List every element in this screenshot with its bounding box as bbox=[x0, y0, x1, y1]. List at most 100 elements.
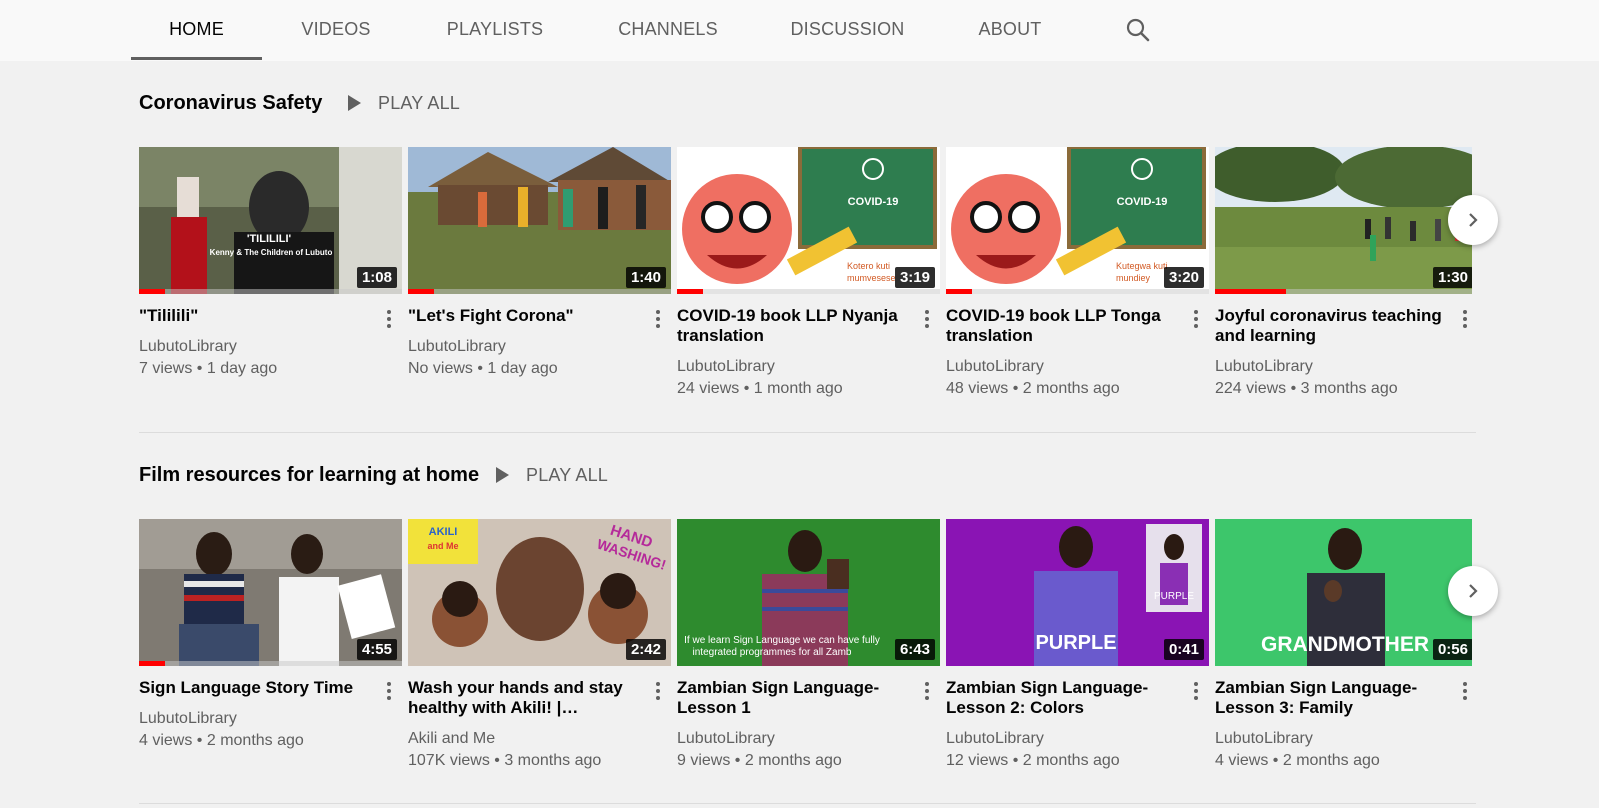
tab-about[interactable]: ABOUT bbox=[972, 0, 1048, 61]
thumbnail-caption: 'TILILILI' bbox=[247, 233, 292, 245]
view-count: 7 views bbox=[139, 360, 193, 377]
more-options-icon[interactable] bbox=[648, 307, 668, 331]
tab-home[interactable]: HOME bbox=[131, 0, 262, 61]
play-icon bbox=[496, 467, 509, 483]
video-card: COVID-19 Kotero kuti mumvesese 3:19 COVI… bbox=[677, 147, 940, 397]
upload-age: 1 day ago bbox=[206, 360, 278, 377]
play-all-button[interactable]: PLAY ALL bbox=[496, 460, 608, 490]
tab-discussion[interactable]: DISCUSSION bbox=[790, 0, 905, 61]
more-options-icon[interactable] bbox=[379, 307, 399, 331]
video-title[interactable]: COVID-19 book LLP Tonga translation bbox=[946, 306, 1178, 346]
duration-badge: 0:41 bbox=[1163, 639, 1204, 660]
video-title[interactable]: Joyful coronavirus teaching and learning bbox=[1215, 306, 1447, 346]
duration-badge: 1:40 bbox=[625, 267, 666, 288]
video-thumbnail[interactable]: 1:40 bbox=[408, 147, 671, 294]
watch-progress-bar bbox=[946, 289, 972, 294]
watch-progress-bar bbox=[139, 289, 165, 294]
chevron-right-icon bbox=[1469, 584, 1478, 598]
tab-videos[interactable]: VIDEOS bbox=[291, 0, 381, 61]
video-title[interactable]: Zambian Sign Language-Lesson 1 bbox=[677, 678, 909, 718]
video-title[interactable]: "Let's Fight Corona" bbox=[408, 306, 640, 326]
video-title[interactable]: COVID-19 book LLP Nyanja translation bbox=[677, 306, 909, 346]
video-title[interactable]: Sign Language Story Time bbox=[139, 678, 371, 698]
video-title[interactable]: "Tililili" bbox=[139, 306, 371, 326]
shelf-title[interactable]: Film resources for learning at home bbox=[139, 464, 479, 487]
search-icon[interactable] bbox=[1125, 17, 1151, 43]
view-count: 224 views bbox=[1215, 380, 1287, 397]
thumbnail-inset-caption: PURPLE bbox=[1154, 591, 1194, 602]
video-thumbnail[interactable]: 'TILILILI' Kenny & The Children of Lubut… bbox=[139, 147, 402, 294]
channel-name[interactable]: LubutoLibrary bbox=[1215, 730, 1313, 748]
shelf-title[interactable]: Coronavirus Safety bbox=[139, 92, 322, 115]
shelf-divider bbox=[139, 432, 1476, 433]
video-thumbnail[interactable]: COVID-19 Kotero kuti mumvesese 3:19 bbox=[677, 147, 940, 294]
channel-name[interactable]: LubutoLibrary bbox=[139, 338, 237, 356]
watch-progress-bar bbox=[408, 289, 434, 294]
video-title[interactable]: Zambian Sign Language-Lesson 2: Colors bbox=[946, 678, 1178, 718]
tab-playlists[interactable]: PLAYLISTS bbox=[440, 0, 550, 61]
more-options-icon[interactable] bbox=[379, 679, 399, 703]
channel-tab-bar: HOME VIDEOS PLAYLISTS CHANNELS DISCUSSIO… bbox=[0, 0, 1599, 61]
video-title[interactable]: Zambian Sign Language-Lesson 3: Family bbox=[1215, 678, 1447, 718]
view-count: 107K views bbox=[408, 752, 490, 769]
tab-home-label: HOME bbox=[169, 19, 224, 39]
more-options-icon[interactable] bbox=[1186, 679, 1206, 703]
watch-progress-bar bbox=[139, 661, 165, 666]
thumbnail-caption: GRANDMOTHER bbox=[1261, 633, 1429, 656]
video-thumbnail[interactable]: 1:30 bbox=[1215, 147, 1472, 294]
channel-name[interactable]: Akili and Me bbox=[408, 730, 495, 748]
tab-channels[interactable]: CHANNELS bbox=[613, 0, 723, 61]
video-thumbnail[interactable]: If we learn Sign Language we can have fu… bbox=[677, 519, 940, 666]
video-row: 4:55 Sign Language Story Time LubutoLibr… bbox=[139, 519, 1472, 789]
channel-name[interactable]: LubutoLibrary bbox=[677, 730, 775, 748]
thumbnail-caption: COVID-19 bbox=[1117, 196, 1168, 208]
duration-badge: 2:42 bbox=[625, 639, 666, 660]
thumbnail-subcaption: Kenny & The Children of Lubuto bbox=[210, 248, 333, 257]
duration-badge: 3:20 bbox=[1163, 267, 1204, 288]
upload-age: 1 month ago bbox=[753, 380, 843, 397]
channel-name[interactable]: LubutoLibrary bbox=[1215, 358, 1313, 376]
channel-name[interactable]: LubutoLibrary bbox=[946, 358, 1044, 376]
video-thumbnail[interactable]: PURPLE PURPLE 0:41 bbox=[946, 519, 1209, 666]
channel-name[interactable]: LubutoLibrary bbox=[946, 730, 1044, 748]
thumbnail-subcaption: mumvesese bbox=[847, 273, 896, 283]
channel-name[interactable]: LubutoLibrary bbox=[677, 358, 775, 376]
channel-name[interactable]: LubutoLibrary bbox=[408, 338, 506, 356]
duration-badge: 1:08 bbox=[356, 267, 397, 288]
thumbnail-subcaption: Kotero kuti bbox=[847, 261, 890, 271]
watch-progress-track bbox=[408, 289, 671, 294]
play-all-label: PLAY ALL bbox=[526, 464, 609, 485]
thumbnail-subcaption: integrated programmes for all Zamb bbox=[693, 647, 852, 658]
more-options-icon[interactable] bbox=[1455, 307, 1472, 331]
shelf-next-button[interactable] bbox=[1448, 566, 1498, 616]
video-title[interactable]: Wash your hands and stay healthy with Ak… bbox=[408, 678, 640, 718]
channel-name[interactable]: LubutoLibrary bbox=[139, 710, 237, 728]
video-thumbnail[interactable]: COVID-19 Kutegwa kuti mundiey 3:20 bbox=[946, 147, 1209, 294]
chevron-right-icon bbox=[1469, 213, 1478, 227]
tab-about-label: ABOUT bbox=[978, 19, 1042, 39]
video-thumbnail[interactable]: GRANDMOTHER 0:56 bbox=[1215, 519, 1472, 666]
more-options-icon[interactable] bbox=[648, 679, 668, 703]
more-options-icon[interactable] bbox=[917, 679, 937, 703]
more-options-icon[interactable] bbox=[1186, 307, 1206, 331]
more-options-icon[interactable] bbox=[917, 307, 937, 331]
duration-badge: 6:43 bbox=[894, 639, 935, 660]
duration-badge: 1:30 bbox=[1432, 267, 1472, 288]
more-options-icon[interactable] bbox=[1455, 679, 1472, 703]
tab-channels-label: CHANNELS bbox=[618, 19, 718, 39]
video-card: 1:30 Joyful coronavirus teaching and lea… bbox=[1215, 147, 1472, 397]
view-count: 48 views bbox=[946, 380, 1009, 397]
video-meta: 9 views • 2 months ago bbox=[677, 752, 842, 769]
watch-progress-bar bbox=[677, 289, 703, 294]
upload-age: 3 months ago bbox=[504, 752, 602, 769]
video-row: 'TILILILI' Kenny & The Children of Lubut… bbox=[139, 147, 1472, 417]
watch-progress-track bbox=[139, 661, 402, 666]
video-card: COVID-19 Kutegwa kuti mundiey 3:20 COVID… bbox=[946, 147, 1209, 397]
video-meta: 24 views • 1 month ago bbox=[677, 380, 843, 397]
video-meta: 7 views • 1 day ago bbox=[139, 360, 278, 377]
video-meta: 4 views • 2 months ago bbox=[139, 732, 304, 749]
video-thumbnail[interactable]: 4:55 bbox=[139, 519, 402, 666]
video-thumbnail[interactable]: AKILI and Me HAND WASHING! 2:42 bbox=[408, 519, 671, 666]
shelf-next-button[interactable] bbox=[1448, 195, 1498, 245]
play-all-button[interactable]: PLAY ALL bbox=[348, 88, 460, 118]
